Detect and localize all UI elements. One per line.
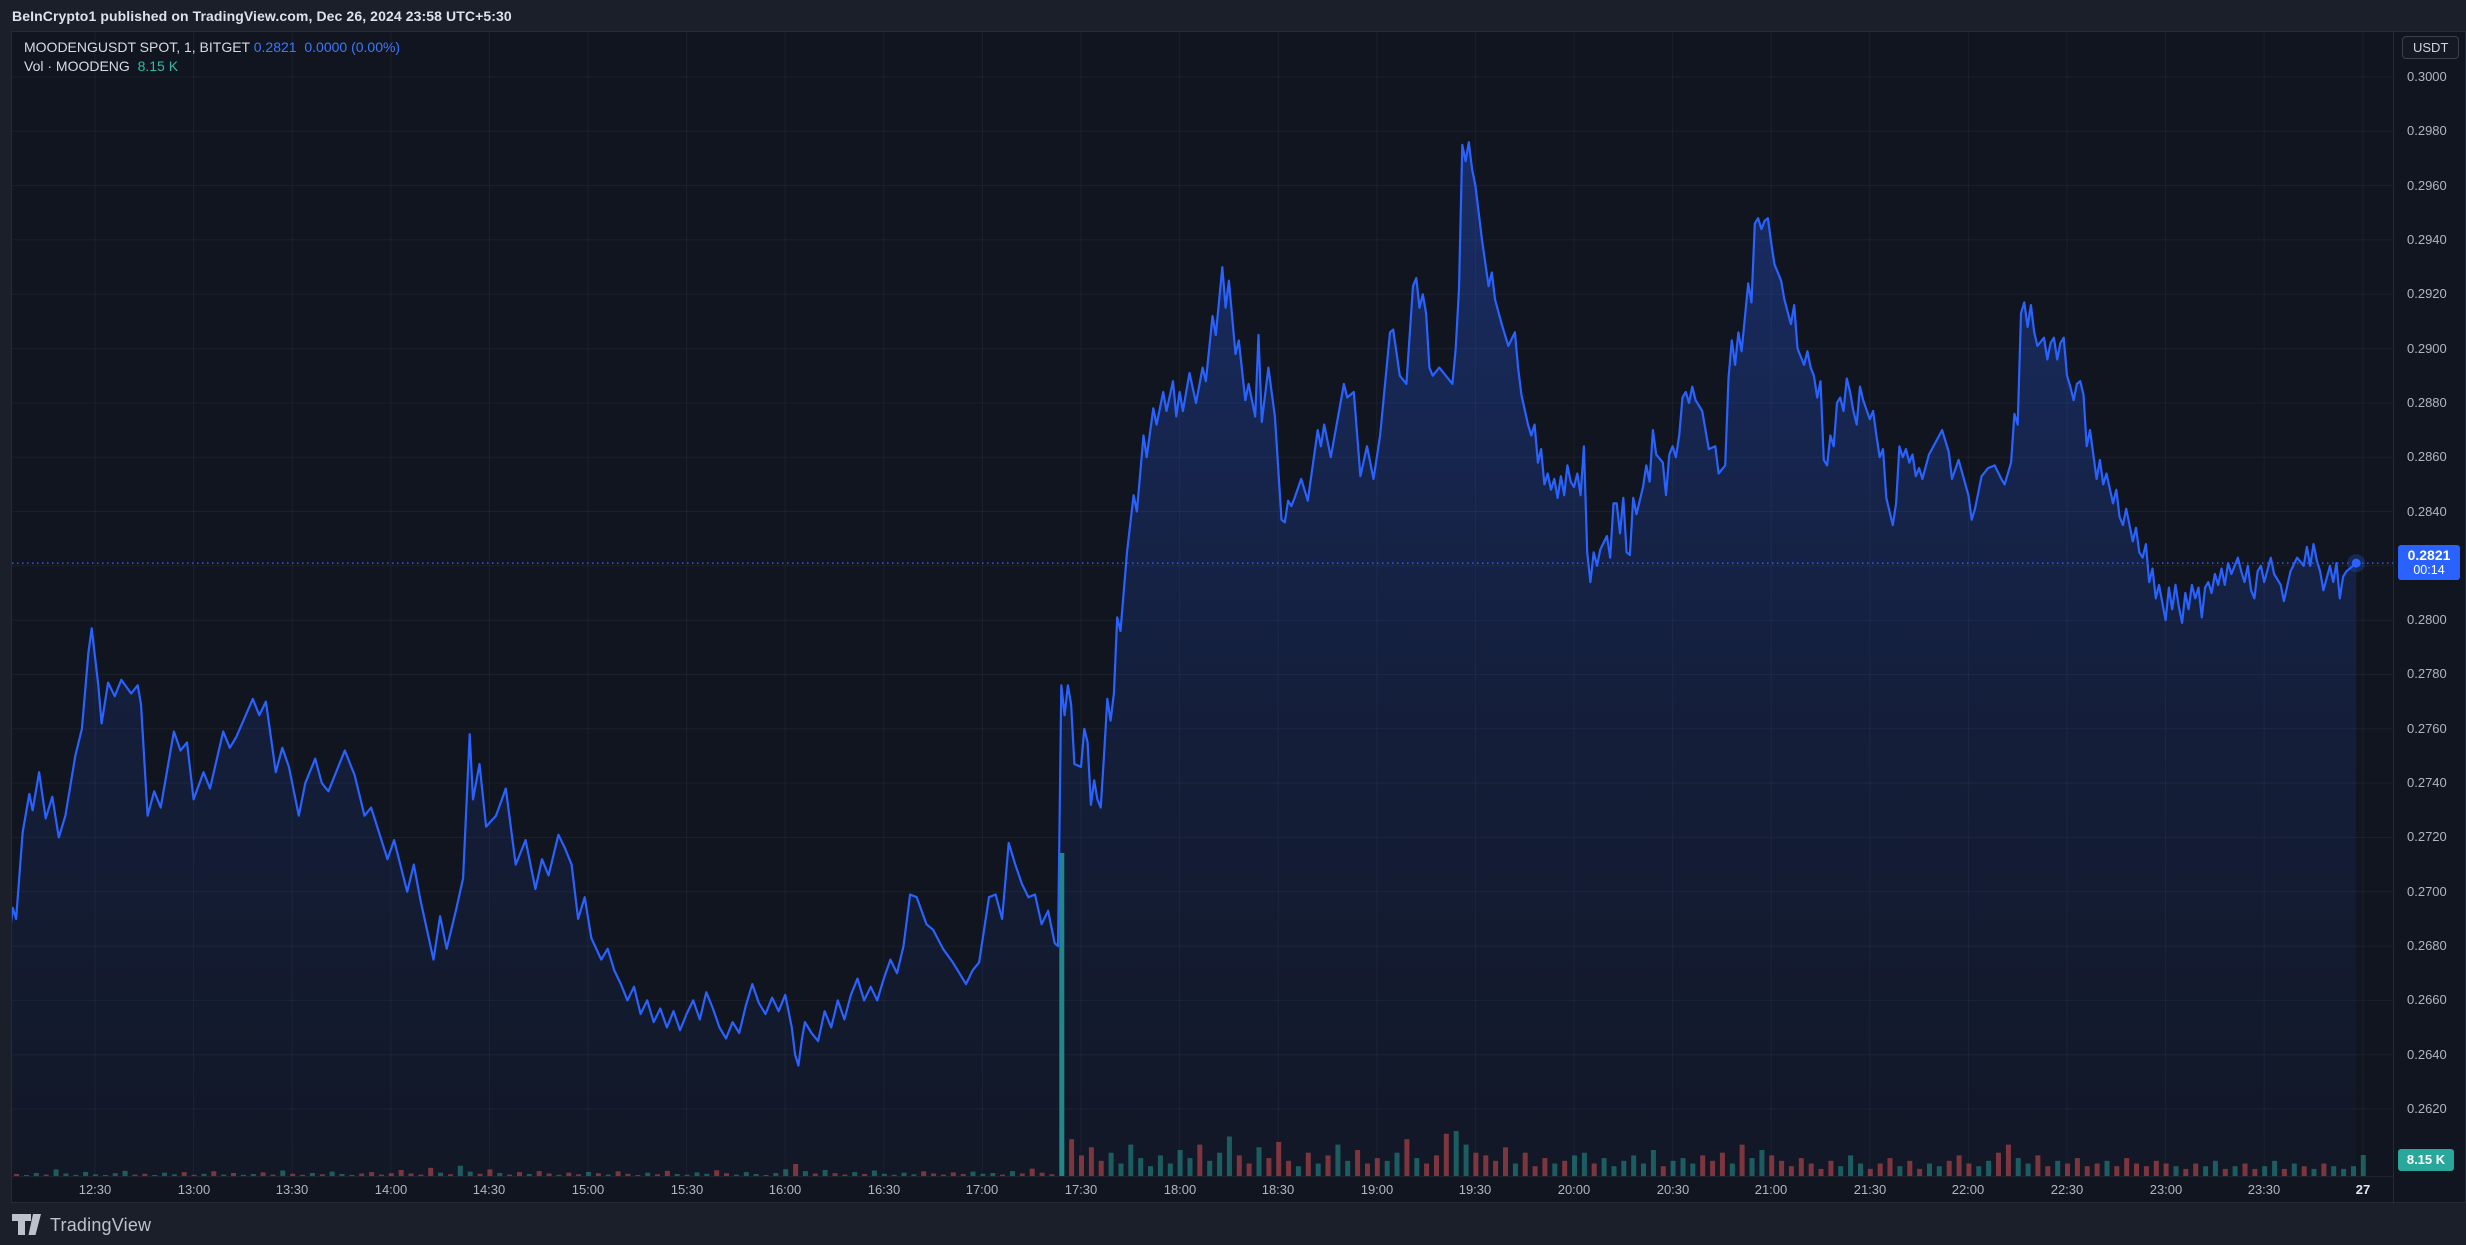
time-axis-label: 27 xyxy=(2356,1182,2370,1197)
last-point-dot xyxy=(2352,559,2361,568)
time-axis-label: 18:30 xyxy=(1262,1182,1295,1197)
tradingview-attribution[interactable]: TradingView xyxy=(12,1211,151,1239)
time-axis-label: 17:30 xyxy=(1065,1182,1098,1197)
price-axis-label: 0.2680 xyxy=(2407,938,2447,954)
price-axis-label: 0.2660 xyxy=(2407,992,2447,1008)
price-chart-canvas[interactable] xyxy=(0,0,2466,1245)
last-price-badge: 0.2821 00:14 xyxy=(2398,545,2460,580)
price-axis-label: 0.2640 xyxy=(2407,1047,2447,1063)
time-axis-label: 19:00 xyxy=(1361,1182,1394,1197)
published-chart-page: BeInCrypto1 published on TradingView.com… xyxy=(0,0,2466,1245)
legend-symbol-row: MOODENGUSDT SPOT, 1, BITGET 0.2821 0.000… xyxy=(24,38,400,57)
time-axis-label: 14:30 xyxy=(473,1182,506,1197)
volume-axis-badge: 8.15 K xyxy=(2398,1149,2454,1171)
time-axis-label: 21:30 xyxy=(1854,1182,1887,1197)
price-axis-label: 0.2780 xyxy=(2407,666,2447,682)
price-axis-label: 0.2900 xyxy=(2407,341,2447,357)
price-axis-label: 0.2980 xyxy=(2407,123,2447,139)
time-axis-label: 12:30 xyxy=(79,1182,112,1197)
price-axis[interactable]: USDT 0.2821 00:14 8.15 K 0.3000 0.2980 0.2… xyxy=(2393,31,2466,1203)
time-axis-label: 16:30 xyxy=(868,1182,901,1197)
volume-indicator-label[interactable]: Vol · MOODENG xyxy=(24,58,130,74)
time-axis-label: 21:00 xyxy=(1755,1182,1788,1197)
bar-countdown: 00:14 xyxy=(2398,563,2460,577)
time-axis-label: 13:30 xyxy=(276,1182,309,1197)
legend-volume-row: Vol · MOODENG 8.15 K xyxy=(24,57,400,76)
legend-last-price: 0.2821 xyxy=(254,39,297,55)
legend-volume-value: 8.15 K xyxy=(138,58,178,74)
time-axis-label: 13:00 xyxy=(178,1182,211,1197)
time-axis-label: 20:00 xyxy=(1558,1182,1591,1197)
chart-legend[interactable]: MOODENGUSDT SPOT, 1, BITGET 0.2821 0.000… xyxy=(24,38,400,76)
time-axis-label: 14:00 xyxy=(375,1182,408,1197)
time-axis-label: 15:30 xyxy=(671,1182,704,1197)
price-axis-label: 0.3000 xyxy=(2407,69,2447,85)
price-axis-label: 0.2740 xyxy=(2407,775,2447,791)
price-axis-label: 0.2860 xyxy=(2407,449,2447,465)
time-axis[interactable]: 12:30 13:00 13:30 14:00 14:30 15:00 15:30 16:00… xyxy=(11,1176,2393,1203)
legend-change: 0.0000 (0.00%) xyxy=(304,39,400,55)
time-axis-label: 19:30 xyxy=(1459,1182,1492,1197)
symbol-title[interactable]: MOODENGUSDT SPOT, 1, BITGET xyxy=(24,39,250,55)
time-axis-label: 22:30 xyxy=(2051,1182,2084,1197)
price-axis-label: 0.2620 xyxy=(2407,1101,2447,1117)
price-axis-label: 0.2700 xyxy=(2407,884,2447,900)
time-axis-label: 17:00 xyxy=(966,1182,999,1197)
price-axis-label: 0.2840 xyxy=(2407,504,2447,520)
time-axis-label: 15:00 xyxy=(572,1182,605,1197)
time-axis-label: 20:30 xyxy=(1657,1182,1690,1197)
time-axis-label: 22:00 xyxy=(1952,1182,1985,1197)
currency-toggle-button[interactable]: USDT xyxy=(2402,36,2459,59)
last-price-value: 0.2821 xyxy=(2398,547,2460,563)
price-axis-label: 0.2880 xyxy=(2407,395,2447,411)
time-axis-label: 23:00 xyxy=(2150,1182,2183,1197)
price-axis-label: 0.2800 xyxy=(2407,612,2447,628)
tradingview-logo-icon xyxy=(12,1214,42,1236)
price-axis-label: 0.2920 xyxy=(2407,286,2447,302)
price-axis-label: 0.2760 xyxy=(2407,721,2447,737)
price-axis-label: 0.2960 xyxy=(2407,178,2447,194)
time-axis-label: 23:30 xyxy=(2248,1182,2281,1197)
tradingview-brand-text: TradingView xyxy=(50,1215,151,1236)
time-axis-label: 16:00 xyxy=(769,1182,802,1197)
price-axis-label: 0.2940 xyxy=(2407,232,2447,248)
time-axis-label: 18:00 xyxy=(1164,1182,1197,1197)
price-axis-label: 0.2720 xyxy=(2407,829,2447,845)
